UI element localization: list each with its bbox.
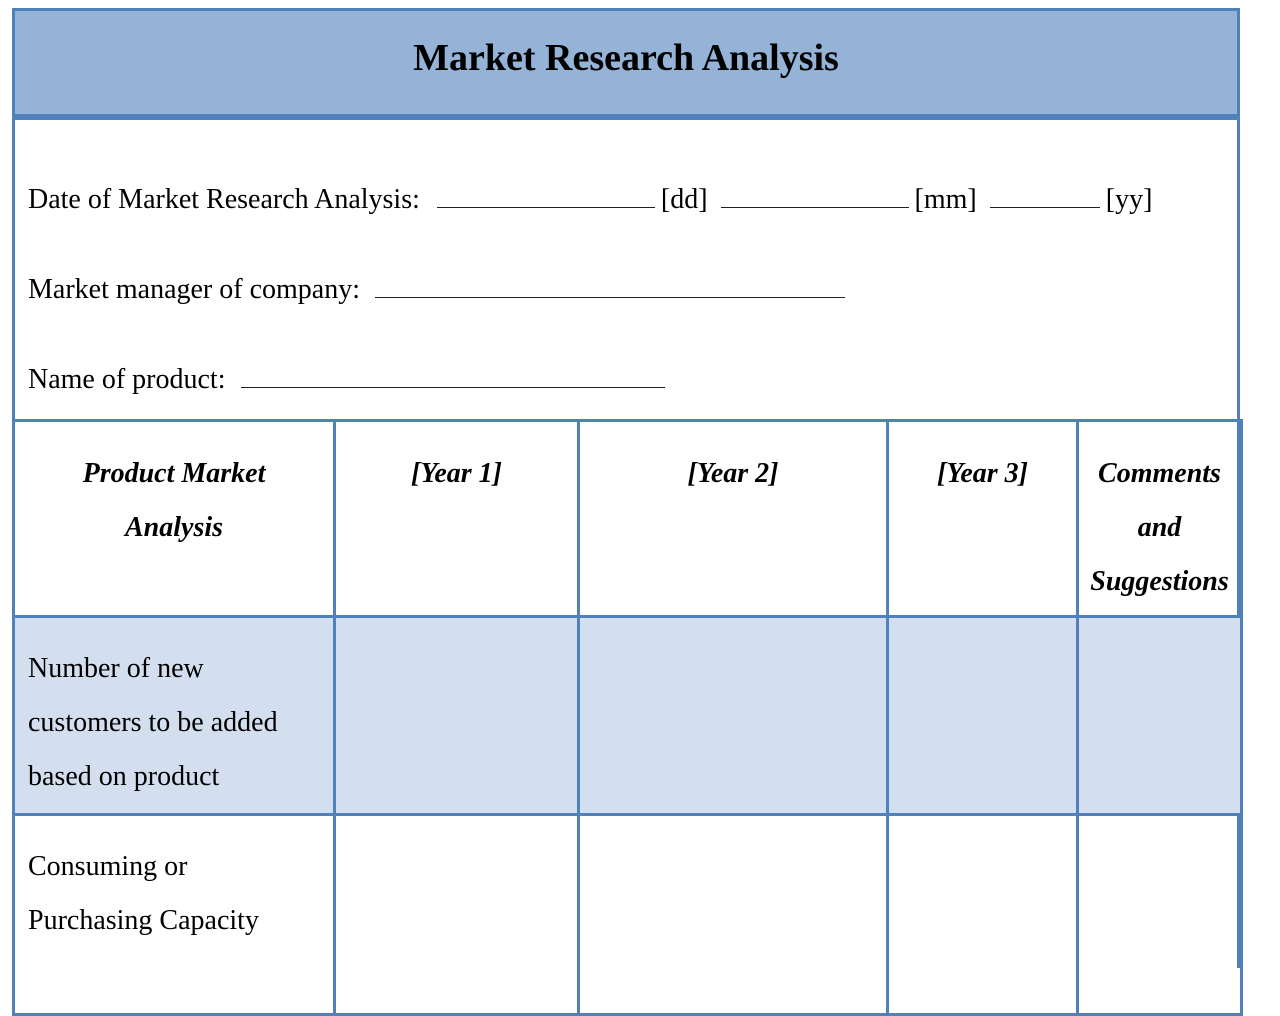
table-cell[interactable] [577,813,889,1016]
title-banner: Market Research Analysis [12,8,1240,120]
table-cell[interactable] [1076,615,1243,816]
date-mm-input[interactable] [720,185,909,208]
table-cell[interactable] [886,615,1079,816]
table-cell[interactable] [886,813,1079,1016]
table-cell[interactable] [577,615,889,816]
row-label: Consuming or Purchasing Capacity [12,813,336,1016]
date-yy-input[interactable] [989,185,1100,208]
manager-label: Market manager of company: [28,274,360,305]
date-mm-hint: [mm] [914,184,977,215]
table-row: Consuming or Purchasing Capacity [12,813,1243,1016]
date-yy-hint: [yy] [1105,184,1153,215]
table-cell[interactable] [333,615,580,816]
document-title: Market Research Analysis [413,36,839,79]
product-input[interactable] [240,365,665,388]
table-cell[interactable] [333,813,580,1016]
analysis-table: Product Market Analysis [Year 1] [Year 2… [12,419,1243,1016]
date-dd-hint: [dd] [660,184,708,215]
column-header: [Year 2] [577,419,889,618]
manager-input[interactable] [374,275,845,298]
date-field-row: Date of Market Research Analysis: [dd] [… [28,184,1152,216]
manager-field-row: Market manager of company: [28,274,851,306]
column-header: [Year 1] [333,419,580,618]
date-dd-input[interactable] [436,185,655,208]
product-field-row: Name of product: [28,364,671,396]
column-header: Product Market Analysis [12,419,336,618]
row-label: Number of new customers to be added base… [12,615,336,816]
column-header: [Year 3] [886,419,1079,618]
table-row: Number of new customers to be added base… [12,615,1243,816]
product-label: Name of product: [28,364,226,395]
date-label: Date of Market Research Analysis: [28,184,420,215]
table-cell[interactable] [1076,813,1243,1016]
column-header: Comments and Suggestions [1076,419,1243,618]
table-header-row: Product Market Analysis [Year 1] [Year 2… [12,419,1243,618]
